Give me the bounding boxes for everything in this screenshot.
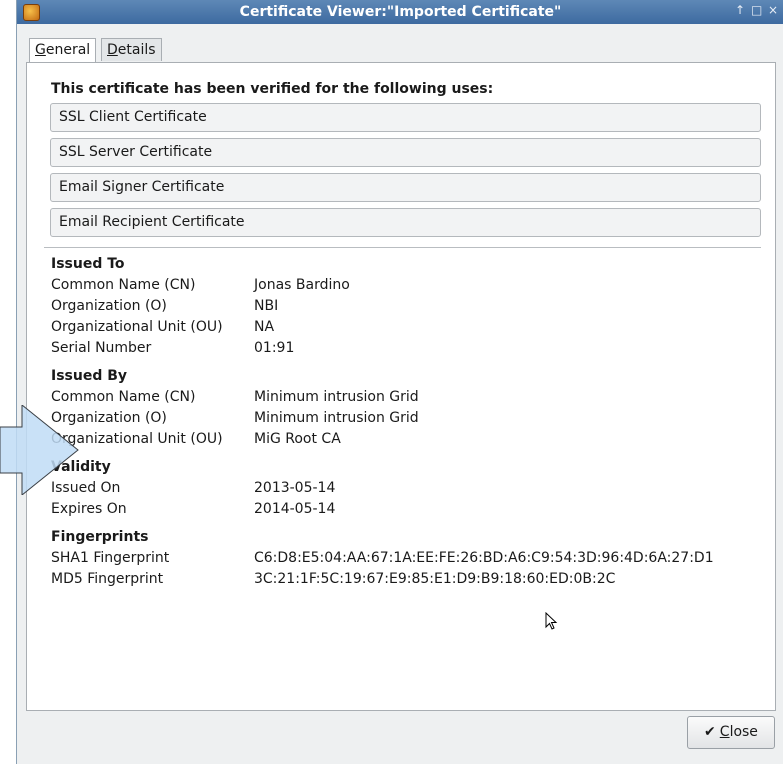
certificate-viewer-window: Certificate Viewer:"Imported Certificate… — [16, 0, 783, 764]
maximize-up-icon[interactable]: ↑ — [735, 3, 745, 17]
field-label: Organization (O) — [51, 298, 167, 314]
use-item: Email Signer Certificate — [50, 173, 761, 202]
tab-details-mnemonic: D — [107, 42, 118, 58]
separator — [44, 247, 761, 248]
close-button-mnemonic: C — [719, 724, 730, 740]
field-value: C6:D8:E5:04:AA:67:1A:EE:FE:26:BD:A6:C9:5… — [254, 550, 714, 566]
general-panel: This certificate has been verified for t… — [26, 62, 776, 711]
uses-heading: This certificate has been verified for t… — [51, 81, 494, 97]
field-value: Minimum intrusion Grid — [254, 410, 419, 426]
use-item: SSL Server Certificate — [50, 138, 761, 167]
field-value: MiG Root CA — [254, 431, 341, 447]
field-value: 3C:21:1F:5C:19:67:E9:85:E1:D9:B9:18:60:E… — [254, 571, 616, 587]
field-label: Serial Number — [51, 340, 152, 356]
tab-details-label: etails — [117, 42, 156, 58]
use-item: SSL Client Certificate — [50, 103, 761, 132]
tab-general-label: eneral — [45, 42, 91, 58]
arrow-overlay-icon — [0, 405, 79, 495]
field-label: Common Name (CN) — [51, 389, 196, 405]
close-button-label: lose — [729, 724, 758, 740]
field-label: Common Name (CN) — [51, 277, 196, 293]
restore-icon[interactable]: □ — [751, 3, 762, 17]
issued-by-heading: Issued By — [51, 368, 128, 384]
desktop-background — [0, 0, 16, 764]
field-label: Expires On — [51, 501, 127, 517]
field-value: NBI — [254, 298, 279, 314]
close-button[interactable]: ✔ Close — [687, 716, 775, 749]
check-icon: ✔ — [704, 724, 716, 740]
field-value: 2014-05-14 — [254, 501, 336, 517]
use-item: Email Recipient Certificate — [50, 208, 761, 237]
close-window-icon[interactable]: × — [768, 3, 778, 17]
field-value: 01:91 — [254, 340, 295, 356]
issued-to-heading: Issued To — [51, 256, 125, 272]
fingerprints-heading: Fingerprints — [51, 529, 149, 545]
field-label: MD5 Fingerprint — [51, 571, 164, 587]
title-bar[interactable]: Certificate Viewer:"Imported Certificate… — [17, 0, 783, 24]
field-label: SHA1 Fingerprint — [51, 550, 170, 566]
window-title: Certificate Viewer:"Imported Certificate… — [239, 4, 562, 20]
field-value: NA — [254, 319, 275, 335]
field-value: Jonas Bardino — [254, 277, 350, 293]
mouse-pointer-icon — [545, 612, 558, 630]
tab-details[interactable]: Details — [101, 38, 162, 61]
field-value: 2013-05-14 — [254, 480, 336, 496]
tab-general-mnemonic: G — [35, 42, 46, 58]
tab-general[interactable]: General — [29, 38, 97, 63]
field-label: Organizational Unit (OU) — [51, 319, 223, 335]
field-value: Minimum intrusion Grid — [254, 389, 419, 405]
